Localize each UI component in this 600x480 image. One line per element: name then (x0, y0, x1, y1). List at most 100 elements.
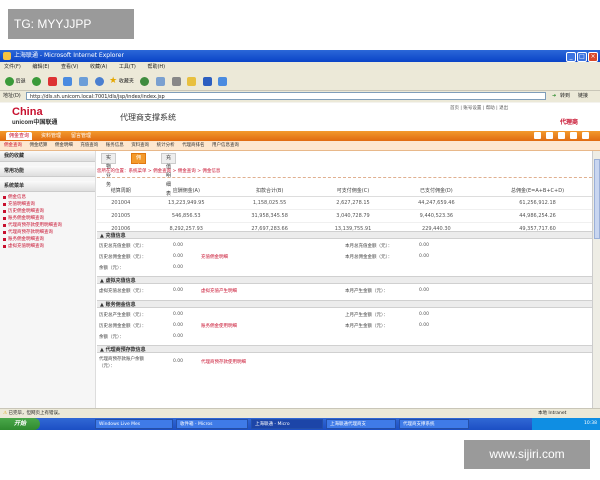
menu-tools[interactable]: 工具(T) (119, 64, 136, 70)
recharge-commission-detail-link[interactable]: 充值佣金明细 (201, 254, 228, 260)
subnav-item[interactable]: 佣金查询 (4, 143, 22, 148)
billing-commission-detail-link[interactable]: 账务佣金使用明细 (201, 323, 237, 329)
section-title: 账务佣金信息 (105, 302, 136, 308)
field-value: 0.00 (419, 312, 430, 317)
virtual-recharge-detail-link[interactable]: 虚拟充值产生明细 (201, 288, 237, 294)
sidebar: 我的收藏 常用功能 系统菜单 佣金信息 充值明细查询 历史佣金明细查询 账务佣金… (0, 151, 96, 408)
menu-edit[interactable]: 编辑(E) (32, 64, 49, 70)
subnav-item[interactable]: 佣金明细 (55, 143, 73, 148)
prepaid-usage-detail-link[interactable]: 代理商预存款使用明细 (201, 359, 246, 365)
print-icon[interactable] (171, 76, 181, 86)
subnav-item[interactable]: 资料查询 (131, 143, 149, 148)
section-virtual-header[interactable]: ▲ 虚拟充值信息 (97, 276, 597, 284)
taskbar-item[interactable]: 上海联通代理商支 (326, 419, 396, 429)
subnav-item[interactable]: 代理商排名 (182, 143, 205, 148)
taskbar-item[interactable]: Windows Live Mes (95, 419, 173, 429)
field-label: （元）： (99, 364, 115, 369)
header-icon-3[interactable] (558, 132, 565, 139)
field-label: 历史总产生金额（元）： (99, 313, 147, 318)
field-value: 0.00 (173, 359, 184, 364)
close-button[interactable]: × (588, 52, 598, 62)
table-cell: 13,223,949.95 (144, 196, 228, 210)
section-billing-header[interactable]: ▲ 账务佣金信息 (97, 300, 597, 308)
refresh-icon[interactable] (63, 76, 73, 86)
clock[interactable]: 10:38 (584, 421, 597, 426)
folder-icon[interactable] (187, 76, 197, 86)
section-recharge-header[interactable]: ▲ 充值信息 (97, 231, 597, 239)
menu-help[interactable]: 帮助(H) (147, 64, 165, 70)
section-prepaid-header[interactable]: ▲ 代理商预存款信息 (97, 345, 597, 353)
sidebar-section-common[interactable]: 常用功能 (0, 166, 95, 177)
back-arrow-icon[interactable] (5, 76, 14, 86)
menu-favorites[interactable]: 收藏(A) (90, 64, 107, 70)
subnav-item[interactable]: 佣金结算 (29, 143, 47, 148)
subnav-item[interactable]: 统计分析 (157, 143, 175, 148)
scroll-thumb[interactable] (594, 159, 600, 239)
nav-tab-commission[interactable]: 佣金查询 (6, 132, 33, 140)
col-header: 结算周期 (97, 185, 145, 197)
menu-view[interactable]: 查看(V) (61, 64, 78, 70)
back-button-label[interactable]: 后退 (16, 79, 26, 85)
go-button[interactable]: 转到 (560, 91, 570, 102)
sidebar-item[interactable]: 代理商预存款使用明细查询 (0, 222, 95, 229)
taskbar-item[interactable]: 收件箱 - Micros (176, 419, 248, 429)
tab-recharge-detail[interactable]: 充值明细表 (161, 153, 177, 197)
history-icon[interactable] (140, 76, 150, 86)
sidebar-item[interactable]: 账务佣金明细查询 (0, 236, 95, 243)
toolbar: 后退 ★ 收藏夹 (0, 72, 600, 91)
menu-file[interactable]: 文件(F) (4, 64, 21, 70)
sidebar-section-system[interactable]: 系统菜单 (0, 181, 95, 192)
summary-table: 结算周期 应酬佣金(A) 扣款合计(B) 可支付佣金(C) 已支付佣金(D) 总… (97, 185, 597, 236)
sidebar-item[interactable]: 代理商预存款明细查询 (0, 229, 95, 236)
taskbar-item[interactable]: 代理商支撑系统 (399, 419, 469, 429)
nav-tab-message[interactable]: 留言管理 (68, 132, 94, 140)
col-header: 应酬佣金(A) (144, 185, 228, 197)
section-title: 虚拟充值信息 (105, 278, 136, 284)
forward-arrow-icon[interactable] (32, 76, 42, 86)
address-input[interactable]: http://dls.sh.unicom.local:7001/dls/jsp/… (26, 92, 546, 100)
vertical-scrollbar[interactable] (592, 151, 600, 408)
window-title: 上海联通 - Microsoft Internet Explorer (14, 52, 124, 59)
field-label: 历史总佣金金额（元）： (99, 255, 147, 260)
tab-commission-info[interactable]: 佣金信息 (131, 153, 147, 188)
top-links[interactable]: 首页 | 账号设置 | 帮助 | 退出 (450, 105, 508, 111)
sidebar-item[interactable]: 账务佣金明细查询 (0, 215, 95, 222)
stop-icon[interactable] (47, 76, 57, 86)
field-value: 0.00 (419, 323, 430, 328)
favorites-button-label[interactable]: 收藏夹 (119, 79, 134, 85)
field-label: 本月产生金额（元）： (345, 324, 388, 329)
home-icon[interactable] (78, 76, 88, 86)
header-icon-4[interactable] (570, 132, 577, 139)
field-label: 代理商预存款账户余额 (99, 357, 144, 362)
sidebar-item[interactable]: 充值明细查询 (0, 201, 95, 208)
address-label: 地址(D) (3, 93, 21, 99)
bluetooth-icon[interactable] (202, 76, 212, 86)
nav-tab-data[interactable]: 资料管理 (38, 132, 64, 140)
subnav-item[interactable]: 账务信息 (106, 143, 124, 148)
header-icon-5[interactable] (582, 132, 589, 139)
favorites-star-icon[interactable]: ★ (109, 76, 117, 86)
header-icon-2[interactable] (546, 132, 553, 139)
field-value: 0.00 (173, 254, 184, 259)
sidebar-section-favorites[interactable]: 我的收藏 (0, 151, 95, 162)
maximize-button[interactable]: □ (577, 52, 587, 62)
field-label: 余额（元）： (99, 335, 124, 340)
main-nav: 佣金查询 资料管理 留言管理 (0, 131, 600, 141)
sidebar-item[interactable]: 虚拟充值明细查询 (0, 243, 95, 250)
messenger-icon[interactable] (218, 76, 228, 86)
minimize-button[interactable]: _ (566, 52, 576, 62)
header-icon-1[interactable] (534, 132, 541, 139)
start-button[interactable]: 开始 (0, 418, 40, 430)
sidebar-item[interactable]: 历史佣金明细查询 (0, 208, 95, 215)
subnav-item[interactable]: 用户信息查询 (212, 143, 239, 148)
taskbar-item[interactable]: 上海联通 - Micro (251, 419, 323, 429)
subnav-item[interactable]: 充值查询 (80, 143, 98, 148)
tab-physical[interactable]: 实物业务 (101, 153, 117, 188)
search-icon[interactable] (94, 76, 104, 86)
go-arrow-icon[interactable]: ➜ (552, 91, 556, 102)
mail-icon[interactable] (156, 76, 166, 86)
menu-bar: 文件(F) 编辑(E) 查看(V) 收藏(A) 工具(T) 帮助(H) (0, 62, 600, 72)
warning-icon[interactable]: ⚠ (3, 411, 7, 416)
links-label[interactable]: 链接 (578, 91, 588, 102)
sidebar-item[interactable]: 佣金信息 (0, 194, 95, 201)
